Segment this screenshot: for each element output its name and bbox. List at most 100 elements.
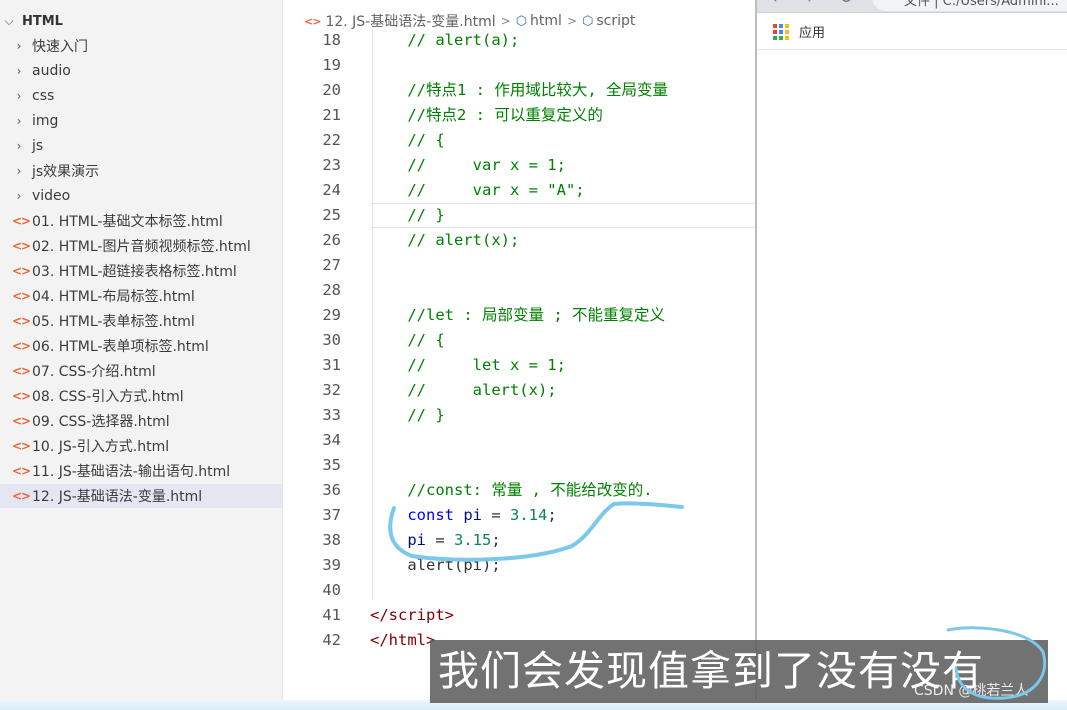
folder-label: img	[32, 113, 59, 129]
address-text: 文件 | C:/Users/Admini...	[904, 0, 1059, 9]
code-line[interactable]: 41 </script>	[284, 603, 755, 628]
code-line[interactable]: 31 // let x = 1;	[284, 353, 755, 378]
code-line[interactable]: 21 //特点2 : 可以重复定义的	[284, 103, 755, 128]
folder-item[interactable]: › img	[0, 109, 282, 133]
forward-icon[interactable]: ›	[807, 0, 814, 8]
chevron-right-icon: >	[566, 14, 577, 28]
line-code: // let x = 1;	[370, 353, 566, 378]
html-file-icon: <>	[12, 389, 31, 403]
line-code: </html>	[370, 628, 435, 653]
line-number: 34	[322, 431, 341, 449]
code-line[interactable]: 19	[284, 53, 755, 78]
code-line[interactable]: 37 const pi = 3.14;	[284, 503, 755, 528]
code-line[interactable]: 24 // var x = "A";	[284, 178, 755, 203]
file-item[interactable]: <> 02. HTML-图片音频视频标签.html	[0, 234, 282, 258]
code-editor[interactable]: <> 12. JS-基础语法-变量.html > ⬡ html > ⬡ scri…	[284, 0, 755, 710]
folder-item[interactable]: › css	[0, 84, 282, 108]
apps-grid-icon[interactable]	[773, 23, 789, 40]
file-label: 06. HTML-表单项标签.html	[32, 339, 209, 355]
code-line[interactable]: 27	[284, 253, 755, 278]
element-icon: ⬡	[582, 13, 594, 29]
line-code: </script>	[370, 603, 454, 628]
file-item[interactable]: <> 10. JS-引入方式.html	[0, 434, 282, 458]
line-number: 22	[322, 131, 341, 149]
line-code: const pi = 3.14;	[370, 503, 557, 528]
code-line[interactable]: 25 // }	[284, 203, 755, 228]
apps-bookmark[interactable]: 应用	[799, 22, 825, 41]
html-file-icon: <>	[12, 439, 31, 453]
file-item[interactable]: <> 09. CSS-选择器.html	[0, 409, 282, 433]
code-token: html	[388, 631, 426, 649]
line-number: 24	[322, 181, 341, 199]
line-number: 29	[322, 306, 341, 324]
file-item[interactable]: <> 05. HTML-表单标签.html	[0, 309, 282, 333]
code-line[interactable]: 36 //const: 常量 , 不能给改变的.	[284, 478, 755, 503]
file-item[interactable]: <> 03. HTML-超链接表格标签.html	[0, 259, 282, 283]
back-icon[interactable]: ‹	[771, 0, 778, 8]
file-item[interactable]: <> 01. HTML-基础文本标签.html	[0, 209, 282, 233]
file-item[interactable]: <> 12. JS-基础语法-变量.html	[0, 484, 282, 508]
code-token: ;	[491, 531, 501, 549]
line-number: 30	[322, 331, 341, 349]
watermark: CSDN @桃若兰人	[914, 683, 1029, 699]
file-label: 09. CSS-选择器.html	[32, 414, 170, 430]
line-number: 41	[322, 606, 341, 624]
line-code: //let : 局部变量 ; 不能重复定义	[370, 303, 665, 328]
folder-item[interactable]: › js	[0, 134, 282, 158]
code-line[interactable]: 26 // alert(x);	[284, 228, 755, 253]
html-file-icon: <>	[12, 339, 31, 353]
code-token: script	[388, 606, 445, 624]
address-bar[interactable]: 文件 | C:/Users/Admini...	[872, 0, 1067, 11]
html-file-icon: <>	[12, 414, 31, 428]
breadcrumb-html[interactable]: html	[530, 13, 562, 29]
code-line[interactable]: 32 // alert(x);	[284, 378, 755, 403]
folder-item[interactable]: › 快速入门	[0, 34, 282, 58]
code-token: =	[426, 531, 454, 549]
folder-item[interactable]: › js效果演示	[0, 159, 282, 183]
line-number: 37	[322, 506, 341, 524]
code-line[interactable]: 34	[284, 428, 755, 453]
code-line[interactable]: 28	[284, 278, 755, 303]
html-file-icon: <>	[12, 464, 31, 478]
file-item[interactable]: <> 07. CSS-介绍.html	[0, 359, 282, 383]
file-item[interactable]: <> 08. CSS-引入方式.html	[0, 384, 282, 408]
code-token: // var x = "A";	[370, 181, 585, 199]
chevron-right-icon: >	[500, 14, 511, 28]
folder-label: video	[32, 188, 71, 204]
code-line[interactable]: 39 alert(pi);	[284, 553, 755, 578]
line-code: // {	[370, 328, 444, 353]
code-line[interactable]: 23 // var x = 1;	[284, 153, 755, 178]
file-label: 03. HTML-超链接表格标签.html	[32, 264, 237, 280]
code-token: //const: 常量 , 不能给改变的.	[370, 481, 653, 499]
code-line[interactable]: 33 // }	[284, 403, 755, 428]
code-line[interactable]: 29 //let : 局部变量 ; 不能重复定义	[284, 303, 755, 328]
folder-item[interactable]: › video	[0, 184, 282, 208]
explorer-root[interactable]: ⌵ HTML	[0, 9, 282, 33]
code-token: ;	[547, 506, 557, 524]
file-item[interactable]: <> 11. JS-基础语法-输出语句.html	[0, 459, 282, 483]
line-code: // alert(x);	[370, 228, 519, 253]
line-code: //特点2 : 可以重复定义的	[370, 103, 603, 128]
code-line[interactable]: 20 //特点1 : 作用域比较大, 全局变量	[284, 78, 755, 103]
line-code: // {	[370, 128, 444, 153]
reload-icon[interactable]: ↻	[839, 0, 853, 8]
code-token: // let x = 1;	[370, 356, 566, 374]
folder-item[interactable]: › audio	[0, 59, 282, 83]
code-token: </	[370, 631, 389, 649]
code-line[interactable]: 18 // alert(a);	[284, 28, 755, 53]
code-line[interactable]: 38 pi = 3.15;	[284, 528, 755, 553]
code-line[interactable]: 30 // {	[284, 328, 755, 353]
chevron-right-icon: ›	[16, 89, 22, 103]
file-item[interactable]: <> 04. HTML-布局标签.html	[0, 284, 282, 308]
line-code: pi = 3.15;	[370, 528, 501, 553]
breadcrumb-script[interactable]: script	[596, 13, 635, 29]
file-item[interactable]: <> 06. HTML-表单项标签.html	[0, 334, 282, 358]
html-file-icon: <>	[12, 489, 31, 503]
code-line[interactable]: 22 // {	[284, 128, 755, 153]
folder-label: 快速入门	[32, 39, 88, 55]
code-line[interactable]: 40	[284, 578, 755, 603]
folder-label: js效果演示	[32, 164, 100, 180]
html-file-icon: <>	[12, 364, 31, 378]
code-line[interactable]: 35	[284, 453, 755, 478]
